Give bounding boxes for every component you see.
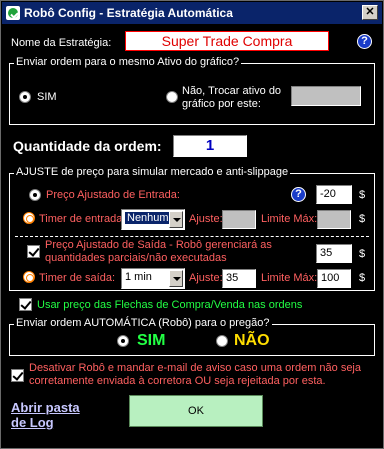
entry-price-label: Preço Ajustado de Entrada: <box>46 189 180 201</box>
entry-adjust-input[interactable]: -20 <box>316 185 352 204</box>
quantity-input[interactable]: 1 <box>173 135 247 157</box>
entry-ajuste-label: Ajuste: <box>189 213 223 225</box>
exit-currency-symbol: $ <box>359 248 366 260</box>
exit-timer-label: Timer de saída: <box>39 272 116 284</box>
slippage-group-title: AJUSTE de preço para simular mercado e a… <box>14 166 291 178</box>
exit-limit-label: Limite Máx: <box>261 272 318 284</box>
close-button[interactable]: ✕ <box>362 5 378 20</box>
same-asset-group-title: Enviar ordem para o mesmo Ativo do gráfi… <box>14 56 242 68</box>
strategy-name-input[interactable]: Super Trade Compra <box>125 31 329 51</box>
entry-timer-select[interactable]: Nenhum <box>121 209 185 230</box>
other-asset-input[interactable] <box>291 86 361 106</box>
strategy-name-label: Nome da Estratégia: <box>11 37 112 49</box>
disable-robot-label-line2: corretamente enviada à corretora OU seja… <box>29 375 326 387</box>
config-window: Robô Config - Estratégia Automática ✕ No… <box>0 0 384 449</box>
entry-limit-label: Limite Máx: <box>261 213 318 225</box>
exit-limit-currency: $ <box>359 272 366 284</box>
entry-help-icon[interactable]: ? <box>291 187 306 202</box>
exit-ajuste-label: Ajuste: <box>189 272 223 284</box>
same-asset-yes-radio[interactable] <box>19 91 31 103</box>
open-log-folder-line1: Abrir pasta <box>11 400 80 415</box>
disable-robot-label: Desativar Robô e mandar e-mail de aviso … <box>29 362 361 388</box>
exit-timer-dropdown-icon[interactable] <box>169 270 183 287</box>
title-bar: Robô Config - Estratégia Automática ✕ <box>2 2 382 24</box>
entry-ajuste-input[interactable] <box>222 210 256 229</box>
exit-limit-input[interactable]: 100 <box>317 269 351 288</box>
ok-button[interactable]: OK <box>129 395 263 427</box>
auto-order-yes-label: SIM <box>137 332 166 349</box>
exit-price-label-line1: Preço Ajustado de Saída - Robô gerenciar… <box>45 239 272 251</box>
entry-timer-label: Timer de entrada: <box>39 213 126 225</box>
same-asset-yes-label: SIM <box>37 91 57 103</box>
exit-timer-clock-icon <box>23 271 35 283</box>
same-asset-no-label-line1: Não, Trocar ativo do <box>182 85 282 97</box>
entry-timer-value: Nenhum <box>125 212 171 224</box>
exit-timer-value: 1 min <box>125 271 152 283</box>
auto-order-no-radio[interactable] <box>216 335 228 347</box>
window-title: Robô Config - Estratégia Automática <box>24 6 233 20</box>
use-arrows-label: Usar preço das Flechas de Compra/Venda n… <box>37 299 303 311</box>
open-log-folder-line2: de Log <box>11 415 54 430</box>
exit-timer-select[interactable]: 1 min <box>121 268 185 289</box>
slippage-divider <box>15 236 369 237</box>
disable-robot-label-line1: Desativar Robô e mandar e-mail de aviso … <box>29 362 361 374</box>
entry-limit-input[interactable] <box>317 210 351 229</box>
auto-order-yes-radio[interactable] <box>117 335 129 347</box>
use-arrows-checkbox[interactable] <box>19 298 32 311</box>
entry-timer-dropdown-icon[interactable] <box>169 211 183 228</box>
exit-price-label: Preço Ajustado de Saída - Robô gerenciar… <box>45 239 272 265</box>
same-asset-no-radio[interactable] <box>166 91 178 103</box>
exit-adjust-input[interactable]: 35 <box>316 244 352 263</box>
exit-price-checkbox[interactable] <box>27 245 40 258</box>
auto-order-no-label: NÃO <box>234 332 270 349</box>
auto-order-group-title: Enviar ordem AUTOMÁTICA (Robô) para o pr… <box>14 317 272 329</box>
same-asset-no-label-line2: gráfico por este: <box>182 98 261 110</box>
exit-ajuste-input[interactable]: 35 <box>222 269 256 288</box>
entry-price-radio[interactable] <box>29 189 41 201</box>
strategy-help-icon[interactable]: ? <box>357 34 372 49</box>
open-log-folder-link[interactable]: Abrir pasta de Log <box>11 400 80 430</box>
app-icon <box>6 6 20 20</box>
entry-limit-currency: $ <box>359 213 366 225</box>
same-asset-no-label: Não, Trocar ativo do gráfico por este: <box>182 85 281 111</box>
entry-timer-clock-icon <box>23 212 35 224</box>
entry-currency-symbol: $ <box>359 189 366 201</box>
quantity-label: Quantidade da ordem: <box>13 138 162 154</box>
disable-robot-checkbox[interactable] <box>11 369 24 382</box>
exit-price-label-line2: quantidades parciais/não executadas <box>45 252 227 264</box>
